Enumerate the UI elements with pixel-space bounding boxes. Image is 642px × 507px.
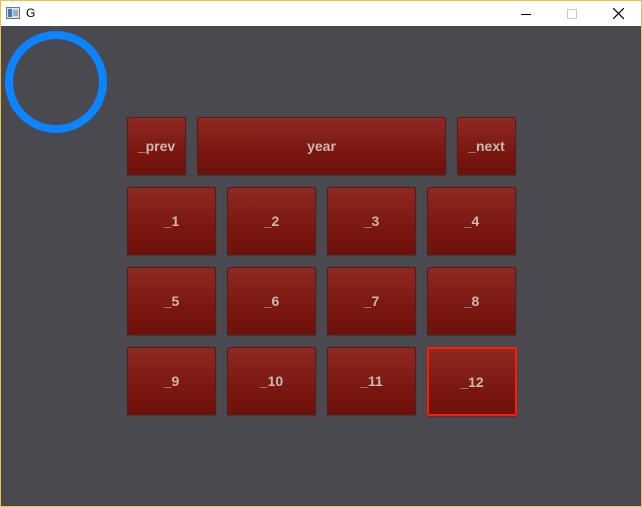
month-button-2[interactable]: _2 (227, 187, 316, 255)
month-button-9[interactable]: _9 (127, 347, 216, 415)
minimize-icon (521, 13, 531, 15)
month-button-6[interactable]: _6 (227, 267, 316, 335)
year-button[interactable]: year (197, 117, 446, 175)
month-button-1[interactable]: _1 (127, 187, 216, 255)
month-button-12-selected[interactable]: _12 (427, 347, 517, 416)
month-button-3[interactable]: _3 (327, 187, 416, 255)
app-window: G _prev year _next _1 _2 _3 _4 _5 _6 _7 … (0, 0, 642, 507)
window-title: G (26, 6, 36, 20)
month-button-5[interactable]: _5 (127, 267, 216, 335)
app-icon (6, 7, 20, 19)
title-bar[interactable]: G (1, 1, 641, 26)
month-button-11[interactable]: _11 (327, 347, 416, 415)
next-button[interactable]: _next (457, 117, 516, 175)
prev-button[interactable]: _prev (127, 117, 186, 175)
close-icon (612, 8, 624, 19)
month-button-8[interactable]: _8 (427, 267, 516, 335)
maximize-button[interactable] (549, 1, 595, 26)
month-button-10[interactable]: _10 (227, 347, 316, 415)
minimize-button[interactable] (503, 1, 549, 26)
blue-ring-indicator (5, 31, 107, 133)
close-button[interactable] (595, 1, 641, 26)
maximize-icon (567, 8, 577, 19)
month-button-7[interactable]: _7 (327, 267, 416, 335)
client-area: _prev year _next _1 _2 _3 _4 _5 _6 _7 _8… (1, 26, 641, 506)
month-button-4[interactable]: _4 (427, 187, 516, 255)
